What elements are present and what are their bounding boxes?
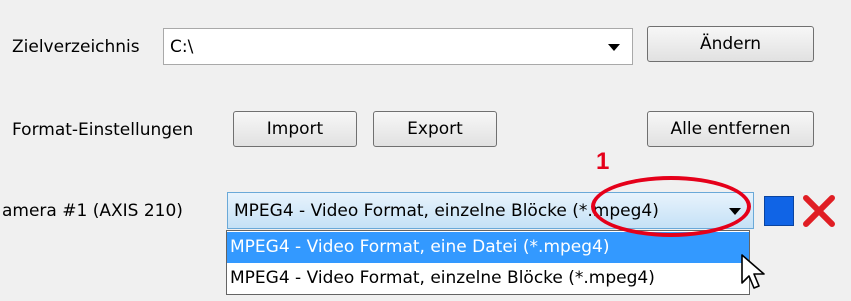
camera-label: amera #1 (AXIS 210) <box>2 201 183 221</box>
video-format-dropdown-list: MPEG4 - Video Format, eine Datei (*.mpeg… <box>226 230 750 295</box>
annotation-marker: 1 <box>596 148 610 175</box>
target-directory-label: Zielverzeichnis <box>12 37 140 57</box>
chevron-down-icon[interactable] <box>608 44 620 51</box>
color-swatch-icon[interactable] <box>764 196 794 226</box>
target-directory-combobox[interactable]: C:\ <box>163 28 633 65</box>
dropdown-option-separate-blocks[interactable]: MPEG4 - Video Format, einzelne Blöcke (*… <box>227 263 749 294</box>
remove-all-button[interactable]: Alle entfernen <box>647 111 814 147</box>
target-directory-value: C:\ <box>170 37 194 57</box>
export-button[interactable]: Export <box>373 111 497 147</box>
format-settings-label: Format-Einstellungen <box>12 120 194 140</box>
import-button[interactable]: Import <box>233 111 357 147</box>
annotation-ellipse <box>591 176 751 237</box>
change-directory-button[interactable]: Ändern <box>647 26 814 62</box>
close-x-icon[interactable] <box>801 193 837 229</box>
mouse-pointer-icon <box>741 254 765 289</box>
